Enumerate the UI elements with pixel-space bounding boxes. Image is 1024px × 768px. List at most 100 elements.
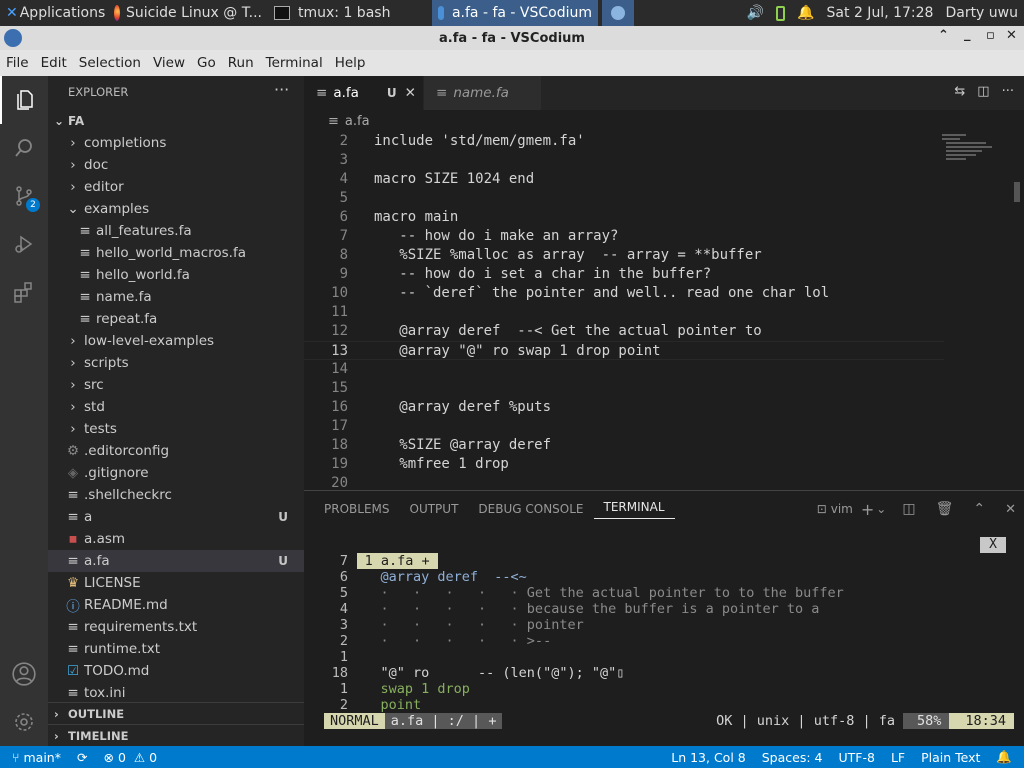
tab-a-fa[interactable]: ≡ a.fa U ✕ xyxy=(304,76,424,110)
problems-indicator[interactable]: ⊗ 0 ⚠ 0 xyxy=(95,750,165,765)
tree-item[interactable]: › completions xyxy=(48,132,304,154)
tree-item[interactable]: › scripts xyxy=(48,352,304,374)
end-of-line[interactable]: LF xyxy=(883,750,913,765)
tree-item[interactable]: › src xyxy=(48,374,304,396)
taskbar-tmux[interactable]: tmux: 1 bash xyxy=(268,0,428,26)
tree-item[interactable]: ≡ hello_world.fa xyxy=(48,264,304,286)
code-line[interactable]: 16 @array deref %puts xyxy=(304,398,944,417)
tab-debug-console[interactable]: DEBUG CONSOLE xyxy=(468,502,593,516)
outline-section[interactable]: › OUTLINE xyxy=(48,702,304,724)
notifications-icon[interactable]: 🔔 xyxy=(988,749,1024,765)
compare-changes-icon[interactable]: ⇆ xyxy=(948,76,971,110)
minimap[interactable] xyxy=(940,132,1010,192)
chevron-down-icon[interactable]: ⌄ xyxy=(876,502,892,516)
tab-name-fa[interactable]: ≡ name.fa xyxy=(424,76,542,110)
tab-terminal[interactable]: TERMINAL xyxy=(593,500,675,519)
indentation[interactable]: Spaces: 4 xyxy=(754,750,831,765)
terminal-shell-label[interactable]: vim xyxy=(829,502,859,516)
code-view[interactable]: 2 include 'std/mem/gmem.fa' 3 4 macro SIZE 1… xyxy=(304,132,944,490)
code-line[interactable]: 20 xyxy=(304,474,944,490)
tree-item[interactable]: ⚙ .editorconfig xyxy=(48,440,304,462)
code-line[interactable]: 18 %SIZE @array deref xyxy=(304,436,944,455)
tree-item[interactable]: ≡ runtime.txt xyxy=(48,638,304,660)
taskbar-extra-window[interactable] xyxy=(602,0,634,26)
menu-go[interactable]: Go xyxy=(191,55,222,71)
tree-item[interactable]: › low-level-examples xyxy=(48,330,304,352)
split-terminal-icon[interactable]: ◫ xyxy=(892,501,925,517)
tree-item[interactable]: ⌄ examples xyxy=(48,198,304,220)
breadcrumb[interactable]: ≡ a.fa xyxy=(304,110,1024,132)
menu-terminal[interactable]: Terminal xyxy=(260,55,329,71)
window-maximize-icon[interactable]: ▫ xyxy=(986,28,995,43)
clock[interactable]: Sat 2 Jul, 17:28 xyxy=(821,0,940,26)
explorer-root[interactable]: ⌄ FA xyxy=(48,110,304,132)
tree-item[interactable]: ≡ repeat.fa xyxy=(48,308,304,330)
tree-item[interactable]: › editor xyxy=(48,176,304,198)
maximize-panel-icon[interactable]: ⌃ xyxy=(963,501,995,517)
menu-edit[interactable]: Edit xyxy=(35,55,73,71)
code-line[interactable]: 19 %mfree 1 drop xyxy=(304,455,944,474)
tree-item[interactable]: ◈ .gitignore xyxy=(48,462,304,484)
tree-item[interactable]: ≡ a U xyxy=(48,506,304,528)
editor-scrollbar[interactable] xyxy=(1014,182,1020,202)
code-line[interactable]: 8 %SIZE %malloc as array -- array = **bu… xyxy=(304,246,944,265)
tab-output[interactable]: OUTPUT xyxy=(400,502,469,516)
tree-item[interactable]: ≡ requirements.txt xyxy=(48,616,304,638)
tree-item[interactable]: ≡ a.fa U xyxy=(48,550,304,572)
menu-selection[interactable]: Selection xyxy=(73,55,147,71)
window-shade-icon[interactable]: ⌃ xyxy=(938,28,949,43)
user-name[interactable]: Darty uwu xyxy=(939,0,1024,26)
code-line[interactable]: 10 -- `deref` the pointer and well.. rea… xyxy=(304,284,944,303)
encoding[interactable]: UTF-8 xyxy=(830,750,882,765)
tree-item[interactable]: ≡ all_features.fa xyxy=(48,220,304,242)
language-mode[interactable]: Plain Text xyxy=(913,750,988,765)
sync-icon[interactable]: ⟳ xyxy=(69,750,95,765)
tree-item[interactable]: ≡ name.fa xyxy=(48,286,304,308)
tree-item[interactable]: ☑ TODO.md xyxy=(48,660,304,682)
notifications-icon[interactable]: 🔔 xyxy=(791,0,820,26)
tab-problems[interactable]: PROBLEMS xyxy=(304,502,400,516)
taskbar-vscodium[interactable]: a.fa - fa - VSCodium xyxy=(432,0,598,26)
code-line[interactable]: 6 macro main xyxy=(304,208,944,227)
battery-icon[interactable] xyxy=(770,0,791,26)
search-icon[interactable] xyxy=(0,124,48,172)
trash-icon[interactable]: 🗑 xyxy=(926,501,964,517)
menu-help[interactable]: Help xyxy=(329,55,372,71)
code-line[interactable]: 7 -- how do i make an array? xyxy=(304,227,944,246)
branch-indicator[interactable]: ⑂ main* xyxy=(0,750,69,765)
settings-gear-icon[interactable] xyxy=(0,698,48,746)
menu-view[interactable]: View xyxy=(147,55,191,71)
code-line[interactable]: 4 macro SIZE 1024 end xyxy=(304,170,944,189)
explorer-more-icon[interactable]: ··· xyxy=(274,80,289,99)
vim-close-button[interactable]: X xyxy=(980,537,1006,553)
volume-icon[interactable]: 🔊 xyxy=(741,0,770,26)
code-line[interactable]: 2 include 'std/mem/gmem.fa' xyxy=(304,132,944,151)
code-line[interactable]: 15 xyxy=(304,379,944,398)
window-minimize-icon[interactable]: _ xyxy=(964,27,971,42)
menu-file[interactable]: File xyxy=(0,55,35,71)
tree-item[interactable]: ♛ LICENSE xyxy=(48,572,304,594)
applications-menu[interactable]: ✕ Applications ☰ xyxy=(0,0,108,26)
window-menu-icon[interactable] xyxy=(4,29,22,47)
run-debug-icon[interactable] xyxy=(0,220,48,268)
tree-item[interactable]: ≡ .shellcheckrc xyxy=(48,484,304,506)
code-line[interactable]: 5 xyxy=(304,189,944,208)
new-terminal-icon[interactable]: + xyxy=(859,500,876,519)
explorer-icon[interactable] xyxy=(0,76,48,124)
code-line[interactable]: 17 xyxy=(304,417,944,436)
accounts-icon[interactable] xyxy=(0,650,48,698)
split-editor-icon[interactable]: ◫ xyxy=(971,76,995,110)
code-line[interactable]: 3 xyxy=(304,151,944,170)
tree-item[interactable]: › doc xyxy=(48,154,304,176)
code-line[interactable]: 13 @array "@" ro swap 1 drop point xyxy=(304,341,944,360)
extensions-icon[interactable] xyxy=(0,268,48,316)
source-control-icon[interactable]: 2 xyxy=(0,172,48,220)
tree-item[interactable]: › std xyxy=(48,396,304,418)
close-icon[interactable]: ✕ xyxy=(405,85,416,101)
code-line[interactable]: 9 -- how do i set a char in the buffer? xyxy=(304,265,944,284)
tree-item[interactable]: ≡ hello_world_macros.fa xyxy=(48,242,304,264)
code-line[interactable]: 12 @array deref --< Get the actual point… xyxy=(304,322,944,341)
tree-item[interactable]: ≡ tox.ini xyxy=(48,682,304,704)
window-close-icon[interactable]: ✕ xyxy=(1006,28,1017,43)
tree-item[interactable]: › tests xyxy=(48,418,304,440)
